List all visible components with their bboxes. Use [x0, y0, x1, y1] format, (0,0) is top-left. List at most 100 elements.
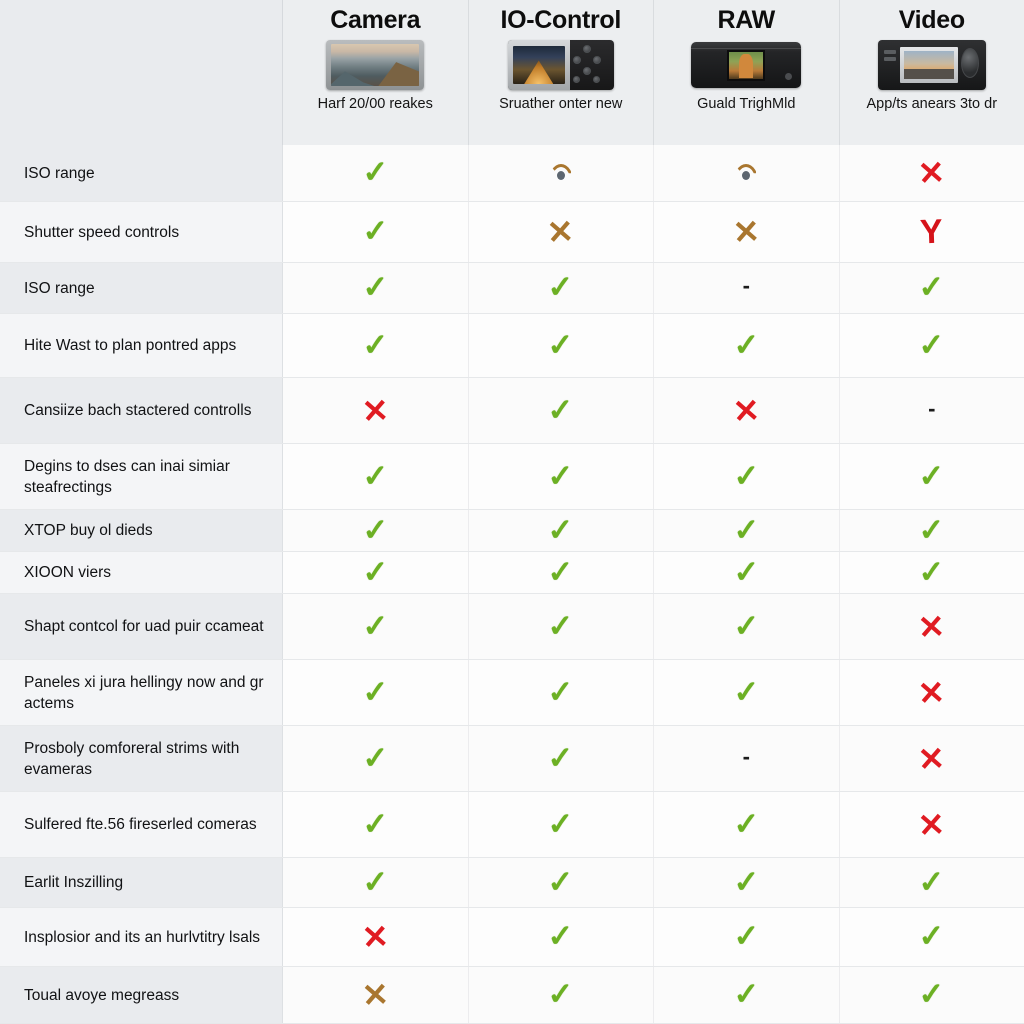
product-name-camera: Camera	[330, 6, 421, 34]
support-cell-raw: ✓	[654, 552, 840, 593]
product-name-io-control: IO-Control	[500, 6, 622, 34]
lcd-screen	[331, 44, 420, 86]
cross-icon: ✕	[917, 154, 947, 192]
check-icon: ✓	[546, 270, 575, 305]
cross-faded-icon: ✕	[731, 213, 761, 251]
eye-partial-mark	[547, 164, 574, 182]
support-cell-video: ✕	[839, 594, 1024, 659]
support-cell-raw: -	[654, 726, 840, 791]
table-row: ISO range ✓ ✓ - ✓	[0, 263, 1024, 314]
lcd-housing	[507, 40, 570, 90]
cross-faded-icon: ✕	[546, 213, 576, 251]
support-cell-camera: ✓	[283, 314, 469, 377]
support-cell-camera: ✓	[283, 145, 469, 201]
support-cell-io-control: ✓	[468, 444, 654, 509]
product-thumbnail-video	[877, 38, 986, 92]
table-row: Earlit Inszilling ✓ ✓ ✓ ✓	[0, 858, 1024, 908]
table-body: ISO range ✓ ✕ Shutter speed controls ✓ ✕ ✕ Υ ISO…	[0, 145, 1024, 1024]
control-pad	[570, 40, 614, 90]
feature-label: Paneles xi jura hellingy now and gr acte…	[0, 660, 283, 725]
camcorder-lcd-dial-icon	[877, 40, 986, 90]
support-cell-camera: ✓	[283, 726, 469, 791]
product-header-video[interactable]: Video App/ts anears 3to dr	[839, 0, 1024, 145]
product-header-raw[interactable]: RAW Guald TrighMld	[654, 0, 840, 145]
check-icon: ✓	[917, 512, 946, 548]
lcd-frame	[899, 47, 958, 83]
check-icon: ✓	[546, 674, 575, 710]
lcd-screen	[903, 51, 954, 79]
check-icon: ✓	[546, 864, 575, 900]
support-cell-io-control: ✓	[468, 908, 654, 966]
check-icon: ✓	[361, 214, 390, 249]
feature-label: ISO range	[0, 145, 283, 201]
support-cell-raw: ✓	[654, 967, 840, 1023]
check-icon: ✓	[732, 327, 761, 363]
dial-area	[958, 40, 982, 90]
check-icon: ✓	[917, 270, 946, 305]
support-cell-camera: ✕	[283, 967, 469, 1023]
support-cell-raw: ✓	[654, 510, 840, 551]
table-header-row: Camera Harf 20/00 reakes IO-Control Srua…	[0, 0, 1024, 145]
feature-label: Hite Wast to plan pontred apps	[0, 314, 283, 377]
support-cell-raw	[654, 145, 840, 201]
feature-label: Cansiize bach stactered controlls	[0, 378, 283, 443]
support-cell-camera: ✓	[283, 202, 469, 262]
support-cell-raw: ✓	[654, 314, 840, 377]
feature-label: Prosboly comforeral strims with evameras	[0, 726, 283, 791]
table-row: Insplosior and its an hurlvtitry lsals ✕ ✓…	[0, 908, 1024, 967]
product-subtitle-raw: Guald TrighMld	[697, 96, 796, 112]
check-icon: ✓	[361, 327, 390, 363]
side-buttons	[882, 40, 900, 90]
check-icon: ✓	[546, 608, 575, 644]
support-cell-io-control: ✓	[468, 594, 654, 659]
check-icon: ✓	[732, 919, 761, 954]
check-icon: ✓	[546, 458, 575, 494]
check-icon: ✓	[361, 806, 390, 842]
product-header-camera[interactable]: Camera Harf 20/00 reakes	[283, 0, 469, 145]
cross-icon: ✕	[917, 673, 947, 712]
check-icon: ✓	[917, 458, 946, 494]
table-row: ISO range ✓ ✕	[0, 145, 1024, 202]
table-row: Cansiize bach stactered controlls ✕ ✓ ✕ -	[0, 378, 1024, 444]
y-mark-icon: Υ	[919, 212, 944, 252]
support-cell-camera: ✓	[283, 858, 469, 907]
check-icon: ✓	[546, 554, 575, 590]
dash-icon: -	[742, 743, 750, 769]
check-icon: ✓	[546, 806, 575, 842]
support-cell-video: -	[839, 378, 1024, 443]
check-icon: ✓	[546, 327, 575, 363]
support-cell-video: ✕	[839, 145, 1024, 201]
product-subtitle-camera: Harf 20/00 reakes	[317, 96, 433, 112]
product-header-io-control[interactable]: IO-Control Sruather onter new	[468, 0, 654, 145]
check-icon: ✓	[361, 458, 390, 494]
cross-icon: ✕	[360, 918, 390, 956]
support-cell-video: Υ	[839, 202, 1024, 262]
table-row: Paneles xi jura hellingy now and gr acte…	[0, 660, 1024, 726]
cross-faded-icon: ✕	[360, 976, 390, 1014]
lcd-screen	[727, 49, 766, 81]
product-subtitle-video: App/ts anears 3to dr	[866, 96, 998, 112]
check-icon: ✓	[917, 327, 946, 363]
cross-icon: ✕	[360, 391, 390, 430]
table-row: Hite Wast to plan pontred apps ✓ ✓ ✓ ✓	[0, 314, 1024, 378]
check-icon: ✓	[732, 864, 761, 900]
lcd-screen	[512, 46, 565, 84]
support-cell-io-control: ✓	[468, 263, 654, 313]
table-row: Sulfered fte.56 fireserled comeras ✓ ✓ ✓ ✕	[0, 792, 1024, 858]
support-cell-raw: ✓	[654, 660, 840, 725]
camera-back-control-pad-icon	[507, 40, 614, 90]
product-thumbnail-raw	[691, 38, 802, 92]
check-icon: ✓	[732, 608, 761, 644]
support-cell-video: ✕	[839, 660, 1024, 725]
support-cell-camera: ✓	[283, 263, 469, 313]
table-row: XTOP buy ol dieds ✓ ✓ ✓ ✓	[0, 510, 1024, 552]
support-cell-io-control	[468, 145, 654, 201]
product-name-video: Video	[898, 6, 965, 34]
feature-label: ISO range	[0, 263, 283, 313]
feature-label: Shutter speed controls	[0, 202, 283, 262]
support-cell-camera: ✓	[283, 594, 469, 659]
feature-label: XTOP buy ol dieds	[0, 510, 283, 551]
support-cell-camera: ✕	[283, 378, 469, 443]
check-icon: ✓	[361, 740, 390, 776]
check-icon: ✓	[917, 864, 946, 900]
